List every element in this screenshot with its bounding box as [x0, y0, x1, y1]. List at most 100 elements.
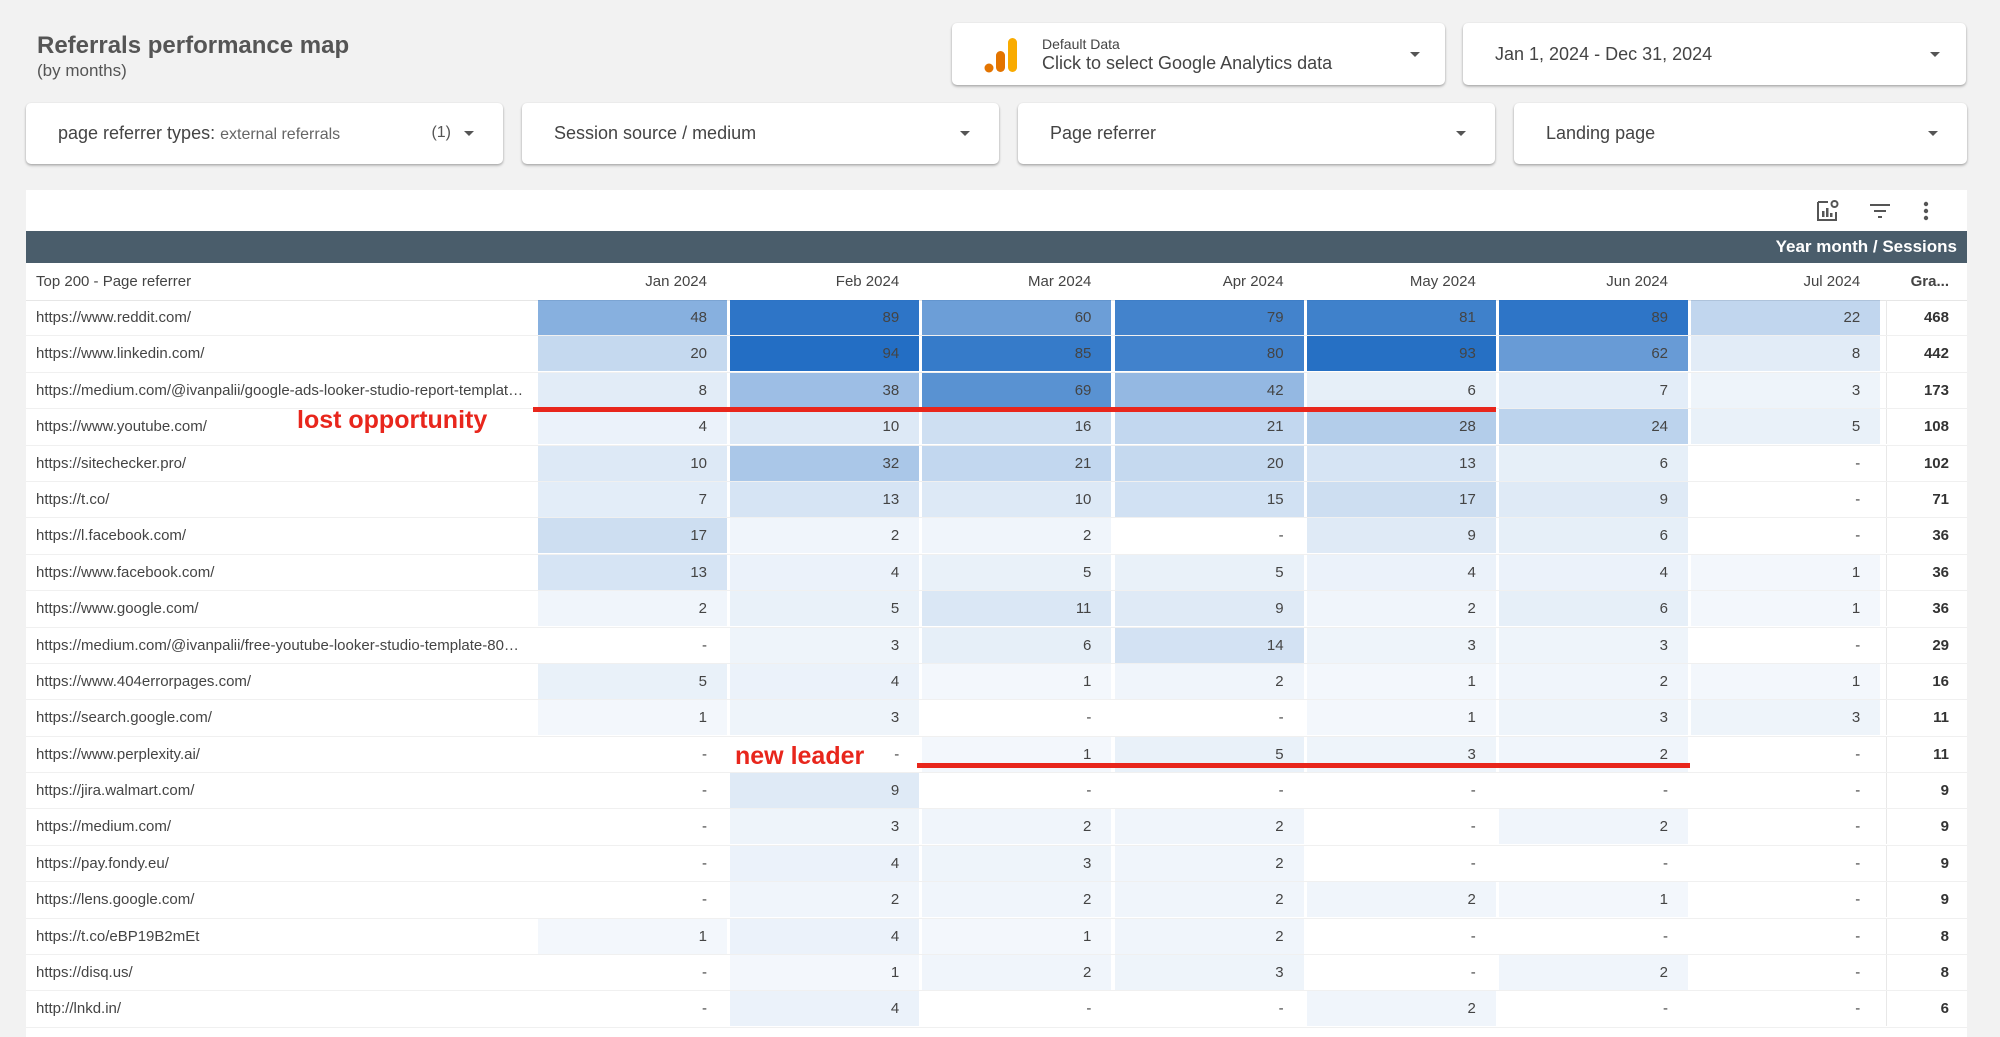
sessions-cell: 10: [922, 481, 1112, 517]
table-row[interactable]: https://www.404errorpages.com/5 4 1 2 1 2 1 16: [26, 663, 1967, 701]
column-header[interactable]: Mar 2024: [922, 273, 1111, 290]
referrer-label: https://l.facebook.com/: [36, 527, 187, 545]
sessions-cell: 38: [730, 372, 920, 408]
sessions-cell: 2: [922, 882, 1112, 918]
sessions-cell: 9: [730, 773, 920, 809]
column-header[interactable]: Apr 2024: [1115, 273, 1304, 290]
sessions-cell: 17: [1306, 481, 1496, 517]
referrer-label: https://sitechecker.pro/: [36, 454, 187, 472]
grand-total-cell: 71: [1886, 481, 1967, 517]
referrer-label: https://www.linkedin.com/: [36, 345, 205, 363]
sessions-cell: 3: [1499, 700, 1688, 736]
filter-session-source-medium[interactable]: Session source / medium: [522, 103, 999, 164]
table-row[interactable]: https://medium.com/-3 2 2-2-9: [26, 809, 1967, 846]
sessions-cell: 7: [538, 481, 727, 517]
sessions-cell: 8: [538, 372, 727, 408]
sessions-cell: 4: [730, 991, 920, 1027]
sessions-cell: -: [702, 818, 707, 836]
filter-label: Landing page: [1546, 123, 1656, 143]
table-row[interactable]: https://www.reddit.com/48 89 60 79 81 89 22 468: [26, 300, 1967, 337]
grand-total-cell: 9: [1886, 809, 1967, 845]
sessions-cell: 3: [1691, 700, 1881, 736]
table-row[interactable]: https://l.facebook.com/17 2 2-9 6-36: [26, 518, 1967, 555]
filter-page-referrer[interactable]: Page referrer: [1018, 103, 1495, 164]
sessions-cell: 1: [538, 918, 727, 954]
sessions-cell: 16: [922, 409, 1112, 445]
sessions-cell: 13: [730, 481, 920, 517]
page-subtitle: (by months): [37, 61, 127, 80]
sessions-cell: 9: [1499, 481, 1688, 517]
chart-settings-icon[interactable]: [1815, 198, 1841, 224]
sessions-cell: 22: [1691, 300, 1881, 335]
grand-total-cell: 8: [1886, 918, 1967, 954]
data-source-label: Default Data: [1042, 36, 1120, 52]
table-row[interactable]: https://disq.us/-1 2 3-2-8: [26, 955, 1967, 992]
sessions-cell: 1: [1691, 554, 1881, 590]
referrer-label: http://lnkd.in/: [36, 1000, 122, 1018]
sessions-cell: 6: [1306, 372, 1496, 408]
table-row[interactable]: https://www.facebook.com/13 4 5 5 4 4 1 36: [26, 554, 1967, 592]
sessions-cell: -: [702, 745, 707, 763]
sessions-cell: -: [1278, 1000, 1284, 1018]
chevron-down-icon: [1930, 52, 1940, 57]
referrer-label: https://t.co/eBP19B2mEt: [36, 927, 200, 945]
column-header[interactable]: Jan 2024: [538, 273, 727, 290]
table-row[interactable]: https://pay.fondy.eu/ - 4 3 2 - - - 9: [26, 845, 1967, 883]
column-header[interactable]: May 2024: [1307, 273, 1496, 290]
table-row[interactable]: https://search.google.com/1 3- -1 3 3 11: [26, 700, 1967, 737]
table-row[interactable]: https://medium.com/@ivanpalii/google-ads…: [26, 372, 1967, 410]
sessions-cell: 60: [922, 300, 1112, 335]
sessions-cell: 4: [730, 845, 920, 881]
table-row[interactable]: https://t.co/7 13 10 15 17 9 - 71: [26, 481, 1967, 519]
sessions-cell: 2: [1306, 591, 1496, 627]
grand-total-cell: 442: [1886, 336, 1967, 372]
filter-label: Session source / medium: [554, 123, 757, 143]
grand-total-cell: 173: [1886, 372, 1967, 408]
table-row[interactable]: http://lnkd.in/ - 4 - - 2 - - 6: [26, 991, 1967, 1028]
filter-count: (1): [431, 124, 451, 141]
sessions-cell: 7: [1499, 372, 1688, 408]
grand-total-cell: 11: [1886, 700, 1967, 736]
data-source-action: Click to select Google Analytics data: [1042, 53, 1333, 73]
filter-page-referrer-types[interactable]: page referrer types: external referrals …: [26, 103, 503, 164]
filter-landing-page[interactable]: Landing page: [1514, 103, 1967, 164]
column-header[interactable]: Jun 2024: [1499, 273, 1688, 290]
table-row[interactable]: https://lens.google.com/-2 2 2 2 1-9: [26, 882, 1967, 919]
table-row[interactable]: https://jira.walmart.com/ - 9 - - - - - 9: [26, 773, 1967, 810]
table-row[interactable]: https://t.co/eBP19B2mEt 1 4 1 2- - -8: [26, 918, 1967, 956]
sessions-cell: -: [1855, 490, 1861, 508]
sessions-cell: 2: [1499, 955, 1688, 991]
sessions-cell: 4: [1306, 554, 1496, 590]
sessions-cell: 2: [922, 809, 1112, 845]
data-source-selector[interactable]: Default Data Click to select Google Anal…: [952, 23, 1445, 85]
sessions-cell: 32: [730, 445, 920, 481]
table-row[interactable]: https://www.linkedin.com/20 94 85 80 93 62 8 44…: [26, 336, 1967, 373]
date-range-picker[interactable]: Jan 1, 2024 - Dec 31, 2024: [1463, 23, 1966, 85]
table-row[interactable]: https://www.google.com/2 5 11 9 2 6 1 36: [26, 591, 1967, 628]
sessions-cell: 10: [730, 409, 920, 445]
table-row[interactable]: https://sitechecker.pro/10 32 21 20 13 6 - 102: [26, 445, 1967, 482]
sessions-cell: 4: [730, 554, 920, 590]
sessions-cell: 48: [538, 300, 727, 335]
row-dimension-header[interactable]: Top 200 - Page referrer: [36, 273, 191, 290]
filter-icon[interactable]: [1867, 198, 1893, 224]
sessions-cell: 81: [1306, 300, 1496, 335]
referrer-label: https://www.404errorpages.com/: [36, 672, 252, 690]
chevron-down-icon: [1928, 131, 1938, 136]
sessions-cell: 2: [1306, 882, 1496, 918]
table-header-row: Top 200 - Page referrer Jan 2024 Feb 2024…: [26, 263, 1967, 301]
sessions-cell: 2: [922, 955, 1112, 991]
sessions-cell: -: [702, 854, 707, 872]
sessions-cell: -: [1855, 636, 1861, 654]
chevron-down-icon: [464, 131, 474, 136]
column-header[interactable]: Feb 2024: [730, 273, 919, 290]
more-vert-icon[interactable]: [1913, 198, 1939, 224]
sessions-cell: 3: [1499, 627, 1688, 663]
column-header[interactable]: Jul 2024: [1691, 273, 1880, 290]
table-row[interactable]: https://medium.com/@ivanpalii/free-youtu…: [26, 627, 1967, 664]
sessions-cell: 6: [1499, 445, 1688, 481]
referrer-label: https://disq.us/: [36, 964, 133, 982]
grand-total-header[interactable]: Gra...: [1886, 273, 1967, 290]
sessions-cell: -: [702, 1000, 707, 1018]
sessions-cell: -: [1855, 854, 1861, 872]
